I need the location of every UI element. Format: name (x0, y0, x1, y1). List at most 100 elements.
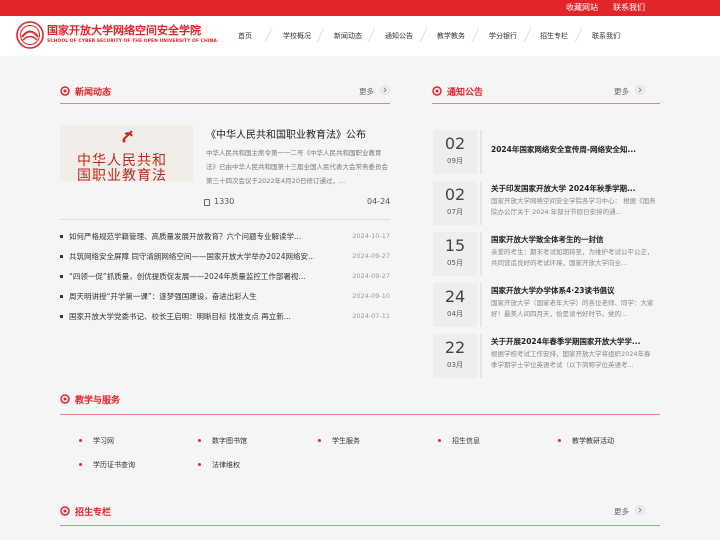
admission-section-divider (60, 525, 660, 526)
notice-day: 22 (444, 338, 466, 357)
news-item-title[interactable]: “四领一促”抓质量，创优提质促发展——2024年质量监控工作部署视... (69, 271, 314, 282)
service-label[interactable]: 学习网 (93, 436, 114, 446)
notices-section-title: 通知公告 (447, 88, 484, 98)
notice-date-box: 02 07月 (433, 181, 477, 225)
nav-separator (264, 28, 273, 42)
notice-day: 02 (444, 134, 466, 153)
notice-divider (480, 130, 482, 174)
notice-divider (480, 283, 482, 327)
service-label[interactable]: 招生信息 (452, 436, 480, 446)
notice-title[interactable]: 国家开放大学致全体考生的一封信 (491, 234, 660, 245)
notice-title[interactable]: 国家开放大学办学体系4·23读书倡议 (491, 285, 660, 296)
contact-us-top-link[interactable]: 联系我们 (613, 2, 645, 13)
news-item-date: 2024-07-11 (352, 312, 390, 320)
service-label[interactable]: 学历证书查询 (93, 460, 135, 470)
nav-separator (574, 28, 583, 42)
featured-news-title[interactable]: 《中华人民共和国职业教育法》公布 (206, 126, 366, 141)
nav-contact[interactable]: 联系我们 (592, 31, 620, 41)
nav-notices[interactable]: 通知公告 (385, 31, 413, 41)
nav-separator (471, 28, 480, 42)
nav-home[interactable]: 首页 (238, 31, 252, 41)
news-list-item[interactable]: 如何严格规范学籍管理、高质量发展开放教育？六个问题专业解读学... 2024-1… (60, 230, 390, 244)
service-bullet-icon (79, 439, 82, 442)
nav-admission[interactable]: 招生专栏 (540, 31, 568, 41)
logo-title-cn: 国家开放大学网络空间安全学院 (47, 24, 201, 37)
nav-teaching[interactable]: 教学教务 (437, 31, 465, 41)
notice-divider (480, 334, 482, 378)
admission-section-header: 招生专栏 更多 (60, 501, 645, 521)
list-bullet-icon (60, 255, 63, 258)
notice-month: 07月 (447, 208, 463, 216)
admission-more-link[interactable]: 更多 (614, 506, 629, 517)
news-item-title[interactable]: 如何严格规范学籍管理、高质量发展开放教育？六个问题专业解读学... (69, 231, 314, 242)
news-item-title[interactable]: 国家开放大学党委书记、校长王启明：明晰目标 找准支点 再立新... (69, 311, 314, 322)
notice-summary: 根据学校考试工作安排，国家开放大学将组织2024年春季学期学士学位英语考试（以下… (491, 350, 651, 369)
notice-summary (491, 145, 657, 169)
notice-month: 04月 (447, 310, 463, 318)
service-bullet-icon (198, 463, 201, 466)
section-bullet-icon (60, 86, 70, 96)
section-bullet-icon (60, 506, 70, 516)
service-bullet-icon (79, 463, 82, 466)
top-bar: 收藏网站 联系我们 (0, 0, 720, 16)
service-label[interactable]: 法律维权 (212, 460, 240, 470)
notice-summary: 国家开放大学网络空间安全学院各学习中心： 根据《国务院办公厅关于 2024 年部… (491, 197, 656, 216)
list-bullet-icon (60, 295, 63, 298)
notice-month: 03月 (447, 361, 463, 369)
notice-date-box: 02 09月 (433, 130, 477, 174)
service-bullet-icon (198, 439, 201, 442)
service-label[interactable]: 学生服务 (332, 436, 360, 446)
section-bullet-icon (60, 394, 70, 404)
notice-title[interactable]: 关于印发国家开放大学 2024年秋季学期... (491, 183, 660, 194)
notice-item[interactable]: 22 03月 关于开展2024年春季学期国家开放大学学... 根据学校考试工作安… (433, 334, 660, 378)
news-item-title[interactable]: 共筑网络安全屏障 同守清朗网络空间——国家开放大学举办2024网络安... (69, 251, 314, 262)
service-label[interactable]: 数字图书馆 (212, 436, 247, 446)
more-arrow-icon[interactable] (635, 85, 645, 95)
logo-title-en: SCHOOL OF CYBER SECURITY OF THE OPEN UNI… (47, 39, 217, 44)
nav-credit-bank[interactable]: 学分银行 (489, 31, 517, 41)
service-bullet-icon (558, 439, 561, 442)
featured-divider (60, 219, 390, 220)
news-list-item[interactable]: 共筑网络安全屏障 同守清朗网络空间——国家开放大学举办2024网络安... 20… (60, 250, 390, 264)
news-more-link[interactable]: 更多 (359, 86, 374, 97)
featured-news-image[interactable]: 中华人民共和 国职业教育法 (60, 125, 193, 181)
notice-day: 15 (444, 236, 466, 255)
notice-summary: 亲爱的考生：期末考试如期将至，为维护考试公平公正，共同营造良好的考试环境，国家开… (491, 248, 654, 267)
notice-date-box: 22 03月 (433, 334, 477, 378)
service-label[interactable]: 教学教研活动 (572, 436, 614, 446)
services-section-header: 教学与服务 (60, 389, 660, 409)
list-bullet-icon (60, 235, 63, 238)
more-arrow-icon[interactable] (635, 505, 645, 515)
more-arrow-icon[interactable] (380, 85, 390, 95)
news-item-title[interactable]: 周天明讲授“开学第一课”：逐梦强国建设，奋进出彩人生 (69, 291, 314, 302)
news-section-header: 新闻动态 更多 (60, 81, 390, 101)
notice-divider (480, 181, 482, 225)
list-bullet-icon (60, 275, 63, 278)
featured-news-date: 04-24 (367, 197, 391, 206)
favorite-site-link[interactable]: 收藏网站 (566, 2, 598, 13)
university-logo-icon[interactable] (16, 21, 44, 49)
nav-about[interactable]: 学校概况 (283, 31, 311, 41)
nav-news[interactable]: 新闻动态 (334, 31, 362, 41)
nav-separator (316, 28, 325, 42)
notices-more-link[interactable]: 更多 (614, 86, 629, 97)
featured-image-text-line2: 国职业教育法 (77, 168, 167, 181)
notice-item[interactable]: 24 04月 国家开放大学办学体系4·23读书倡议 国家开放大学（国家老年大学）… (433, 283, 660, 327)
news-list-item[interactable]: 国家开放大学党委书记、校长王启明：明晰目标 找准支点 再立新... 2024-0… (60, 310, 390, 324)
notice-item[interactable]: 02 09月 2024年国家网络安全宣传周-网络安全知... (433, 130, 660, 174)
notice-item[interactable]: 02 07月 关于印发国家开放大学 2024年秋季学期... 国家开放大学网络空… (433, 181, 660, 225)
news-list-item[interactable]: 周天明讲授“开学第一课”：逐梦强国建设，奋进出彩人生 2024-09-10 (60, 290, 390, 304)
nav-separator (523, 28, 532, 42)
notice-item[interactable]: 15 05月 国家开放大学致全体考生的一封信 亲爱的考生：期末考试如期将至，为维… (433, 232, 660, 276)
news-item-date: 2024-09-27 (352, 272, 390, 280)
news-item-date: 2024-09-10 (352, 292, 390, 300)
news-item-date: 2024-09-27 (352, 252, 390, 260)
notice-title[interactable]: 关于开展2024年春季学期国家开放大学学... (491, 336, 660, 347)
notices-section-header: 通知公告 更多 (432, 81, 645, 101)
views-icon (204, 199, 210, 206)
news-list-item[interactable]: “四领一促”抓质量，创优提质促发展——2024年质量监控工作部署视... 202… (60, 270, 390, 284)
notice-date-box: 15 05月 (433, 232, 477, 276)
featured-news-views: 1330 (214, 197, 235, 206)
notices-section-divider (432, 103, 660, 104)
list-bullet-icon (60, 315, 63, 318)
